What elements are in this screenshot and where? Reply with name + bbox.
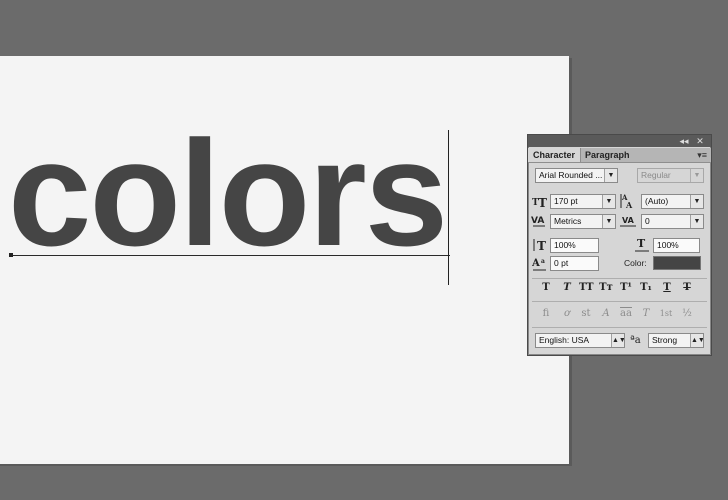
font-size-icon: TT	[532, 194, 548, 211]
ordinals-button[interactable]: 1st	[659, 307, 673, 321]
divider	[532, 278, 707, 279]
stylistic-alternates-button[interactable]: aa	[619, 307, 633, 321]
updown-arrow-icon: ▲▼	[611, 334, 624, 347]
tracking-icon: VA	[620, 214, 638, 231]
horizontal-scale-icon: T	[634, 237, 650, 256]
font-size-value: 170 pt	[554, 196, 578, 206]
underline-button[interactable]: T	[660, 281, 674, 295]
language-value: English: USA	[539, 335, 590, 345]
svg-text:A: A	[625, 200, 633, 209]
svg-text:VA: VA	[622, 216, 635, 225]
text-insertion-cursor	[448, 130, 449, 285]
svg-text:T: T	[637, 237, 646, 250]
kerning-dropdown[interactable]: Metrics ▼	[550, 214, 616, 229]
chevron-down-icon: ▼	[690, 215, 703, 228]
vertical-scale-field[interactable]: 100%	[550, 238, 599, 253]
font-family-value: Arial Rounded ...	[539, 170, 603, 180]
vertical-scale-icon: T	[532, 238, 548, 255]
divider	[532, 327, 707, 328]
horizontal-scale-field[interactable]: 100%	[653, 238, 700, 253]
language-dropdown[interactable]: English: USA ▲▼	[535, 333, 625, 348]
subscript-button[interactable]: T₁	[639, 281, 653, 295]
panel-menu-icon[interactable]: ▾≡	[697, 148, 707, 162]
fractions-button[interactable]: ½	[680, 307, 694, 321]
svg-text:A: A	[532, 258, 540, 269]
kerning-value: Metrics	[554, 216, 582, 226]
baseline-shift-field[interactable]: 0 pt	[550, 256, 599, 271]
updown-arrow-icon: ▲▼	[690, 334, 703, 347]
chevron-down-icon: ▼	[690, 195, 703, 208]
svg-text:T: T	[538, 196, 547, 208]
swash-button[interactable]: A	[599, 307, 613, 321]
panel-tabs: Character Paragraph ▾≡	[528, 148, 711, 163]
baseline-shift-icon: Aa	[531, 256, 548, 275]
chevron-down-icon: ▼	[604, 169, 617, 182]
color-label: Color:	[624, 258, 647, 268]
collapse-icon[interactable]: ◂◂	[678, 135, 690, 147]
font-style-dropdown[interactable]: Regular ▼	[637, 168, 704, 183]
discretionary-ligatures-button[interactable]: ơ	[560, 307, 574, 321]
tracking-value: 0	[645, 216, 650, 226]
superscript-button[interactable]: T¹	[619, 281, 633, 295]
chevron-down-icon: ▼	[602, 195, 615, 208]
anti-alias-dropdown[interactable]: Strong ▲▼	[648, 333, 704, 348]
svg-text:T: T	[537, 239, 546, 252]
character-panel: ◂◂ ✕ Character Paragraph ▾≡ Arial Rounde…	[527, 134, 712, 356]
text-baseline	[10, 255, 450, 256]
leading-value: (Auto)	[645, 196, 669, 206]
anti-alias-icon: ªa	[630, 335, 641, 346]
contextual-alternates-button[interactable]: st	[579, 307, 593, 321]
font-size-dropdown[interactable]: 170 pt ▼	[550, 194, 616, 209]
anti-alias-value: Strong	[652, 335, 678, 345]
all-caps-button[interactable]: TT	[579, 281, 594, 295]
kerning-icon: VA	[531, 214, 549, 231]
chevron-down-icon: ▼	[602, 215, 615, 228]
close-icon[interactable]: ✕	[694, 135, 706, 147]
small-caps-button[interactable]: Tт	[599, 281, 613, 295]
font-style-value: Regular	[641, 170, 671, 180]
tab-paragraph[interactable]: Paragraph	[580, 148, 635, 162]
leading-icon: AA	[620, 193, 636, 212]
faux-italic-button[interactable]: T	[560, 281, 574, 295]
tab-character[interactable]: Character	[528, 148, 582, 162]
ligatures-button[interactable]: fi	[539, 307, 553, 321]
strikethrough-button[interactable]: T	[680, 281, 694, 295]
font-family-dropdown[interactable]: Arial Rounded ... ▼	[535, 168, 618, 183]
divider	[532, 301, 707, 302]
faux-bold-button[interactable]: T	[539, 281, 553, 295]
canvas-text-layer[interactable]: colors	[8, 118, 448, 268]
titling-alternates-button[interactable]: T	[639, 307, 653, 321]
leading-dropdown[interactable]: (Auto) ▼	[641, 194, 704, 209]
tracking-dropdown[interactable]: 0 ▼	[641, 214, 704, 229]
svg-text:VA: VA	[531, 216, 544, 226]
svg-text:a: a	[541, 258, 545, 265]
chevron-down-icon: ▼	[690, 169, 703, 182]
baseline-anchor	[9, 253, 13, 257]
text-color-swatch[interactable]	[653, 256, 701, 270]
panel-title-bar[interactable]: ◂◂ ✕	[528, 135, 711, 147]
